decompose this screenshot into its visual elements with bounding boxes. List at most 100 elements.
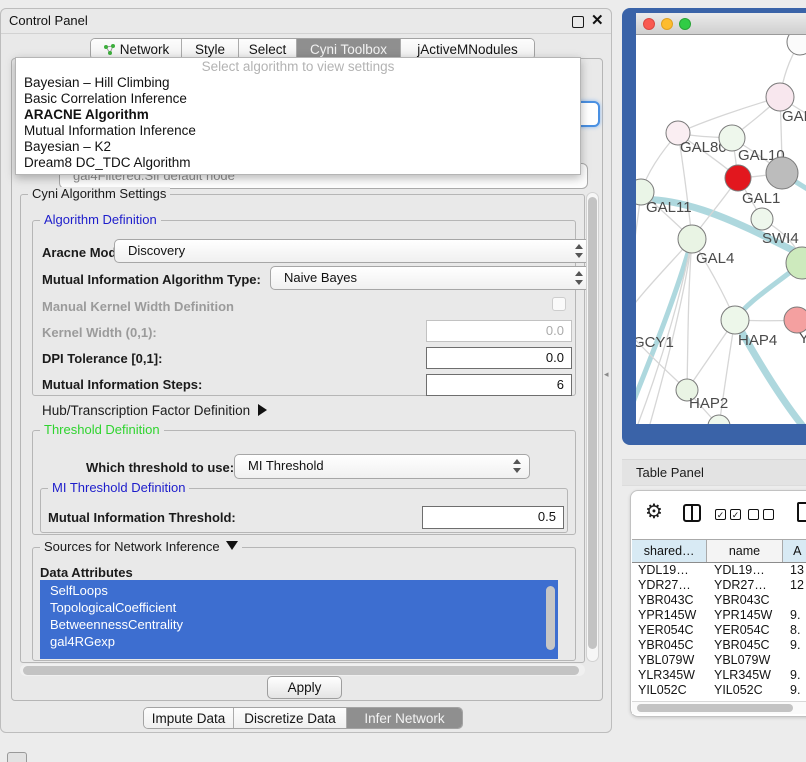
data-attributes-list[interactable]: SelfLoops TopologicalCoefficient Between… (40, 580, 558, 659)
table-cell: YLR345W (714, 668, 786, 683)
dpi-tolerance-field[interactable]: 0.0 (426, 347, 572, 369)
table-row[interactable]: YBR043CYBR043C (632, 593, 806, 608)
table-cell: YDR27… (638, 578, 708, 593)
manual-kernel-checkbox[interactable] (552, 297, 566, 311)
table-cell: YER054C (714, 623, 786, 638)
algorithm-option[interactable]: Mutual Information Inference (16, 123, 580, 139)
table-cell: YIL052C (714, 683, 786, 698)
settings-vertical-scrollbar[interactable] (586, 192, 599, 662)
new-table-icon[interactable] (797, 502, 806, 522)
table-panel-header: Table Panel (622, 459, 806, 486)
list-item[interactable]: BetweennessCentrality (40, 616, 558, 633)
column-header-partial[interactable]: A (783, 540, 806, 562)
algorithm-definition-title: Algorithm Definition (40, 213, 161, 227)
network-canvas-svg[interactable]: GALGAL80GAL10GAL1GAL11SWI4GAL4HAP4YGCY1H… (636, 35, 806, 424)
deselect-all-icon[interactable] (763, 509, 774, 520)
float-window-icon[interactable] (572, 16, 584, 28)
column-header-shared-name[interactable]: shared… (632, 540, 707, 562)
network-node[interactable] (751, 208, 773, 230)
settings-hscroll-thumb[interactable] (23, 666, 579, 675)
network-node-label: GAL11 (646, 199, 692, 216)
network-node[interactable] (708, 415, 730, 424)
tab-cyni-toolbox[interactable]: Cyni Toolbox (297, 39, 401, 59)
table-row[interactable]: YPR145WYPR145W9. (632, 608, 806, 623)
select-all-icon[interactable]: ✓ (730, 509, 741, 520)
table-hscroll-thumb[interactable] (637, 704, 793, 712)
network-node[interactable] (766, 83, 794, 111)
network-view-window: GALGAL80GAL10GAL1GAL11SWI4GAL4HAP4YGCY1H… (622, 8, 806, 445)
zoom-button[interactable] (679, 18, 691, 30)
tab-jactivemnodules[interactable]: jActiveMNodules (401, 39, 534, 59)
mi-type-combo[interactable]: Naive Bayes (270, 266, 592, 290)
mi-type-label: Mutual Information Algorithm Type: (42, 272, 261, 287)
mi-type-value: Naive Bayes (284, 270, 357, 285)
table-rows: YDL19…YDL19…13YDR27…YDR27…12YBR043CYBR04… (632, 563, 806, 701)
network-node[interactable] (721, 306, 749, 334)
control-panel-window: Control Panel ✕ Network Style Select Cyn… (0, 8, 612, 733)
tab-style[interactable]: Style (182, 39, 239, 59)
kernel-width-label: Kernel Width (0,1): (42, 325, 157, 340)
tab-network[interactable]: Network (91, 39, 182, 59)
table-horizontal-scrollbar[interactable] (632, 701, 806, 714)
tab-infer-network[interactable]: Infer Network (347, 708, 462, 728)
table-row[interactable]: YIL052CYIL052C9. (632, 683, 806, 698)
table-row[interactable]: YER054CYER054C8. (632, 623, 806, 638)
table-row[interactable]: YLR345WYLR345W9. (632, 668, 806, 683)
close-button[interactable] (643, 18, 655, 30)
list-item[interactable]: gal4RGexp (40, 633, 558, 650)
tab-label: Impute Data (152, 711, 226, 726)
algorithm-option[interactable]: Bayesian – K2 (16, 139, 580, 155)
tab-select[interactable]: Select (239, 39, 297, 59)
algorithm-option[interactable]: ARACNE Algorithm (16, 107, 580, 123)
settings-vscroll-thumb[interactable] (588, 197, 597, 649)
tab-label: jActiveMNodules (417, 42, 518, 57)
table-row[interactable]: YDL19…YDL19…13 (632, 563, 806, 578)
network-node[interactable] (678, 225, 706, 253)
list-scrollbar-thumb[interactable] (546, 586, 555, 650)
network-canvas[interactable]: GALGAL80GAL10GAL1GAL11SWI4GAL4HAP4YGCY1H… (636, 35, 806, 424)
list-item[interactable]: TopologicalCoefficient (40, 599, 558, 616)
table-row[interactable]: YBR045CYBR045C9. (632, 638, 806, 653)
aracne-mode-combo[interactable]: Discovery (114, 239, 592, 263)
algorithm-option[interactable]: Basic Correlation Inference (16, 91, 580, 107)
table-cell: YIL052C (638, 683, 708, 698)
tab-label: Infer Network (364, 711, 444, 726)
control-panel-title: Control Panel (9, 13, 88, 28)
table-cell: YPR145W (714, 608, 786, 623)
tab-impute-data[interactable]: Impute Data (144, 708, 234, 728)
tab-label: Cyni Toolbox (310, 42, 387, 57)
hub-definition-toggle[interactable]: Hub/Transcription Factor Definition (42, 403, 267, 418)
tab-discretize-data[interactable]: Discretize Data (234, 708, 347, 728)
gear-icon[interactable]: ⚙ (645, 499, 663, 524)
network-node[interactable] (725, 165, 751, 191)
network-node[interactable] (787, 35, 806, 55)
close-icon[interactable]: ✕ (591, 11, 604, 29)
list-item[interactable]: SelfLoops (40, 582, 558, 599)
apply-button[interactable]: Apply (267, 676, 342, 699)
mi-steps-field[interactable]: 6 (426, 374, 572, 396)
sources-title[interactable]: Sources for Network Inference (40, 540, 242, 554)
deselect-all-icon[interactable] (748, 509, 759, 520)
tab-label: Select (249, 42, 287, 57)
algorithm-option[interactable]: Bayesian – Hill Climbing (16, 75, 580, 91)
minimize-button[interactable] (661, 18, 673, 30)
column-header-name[interactable]: name (707, 540, 782, 562)
tab-label: Discretize Data (244, 711, 336, 726)
table-row[interactable]: YBL079WYBL079W (632, 653, 806, 668)
select-all-icon[interactable]: ✓ (715, 509, 726, 520)
panel-resize-grip[interactable]: ◂ (604, 368, 611, 380)
split-columns-icon[interactable] (683, 504, 701, 522)
which-threshold-combo[interactable]: MI Threshold (234, 454, 530, 479)
network-node[interactable] (766, 157, 798, 189)
collapsed-panel-button[interactable] (7, 752, 27, 762)
mi-threshold-field[interactable]: 0.5 (422, 506, 564, 529)
mi-threshold-label: Mutual Information Threshold: (48, 510, 236, 525)
table-row[interactable]: YDR27…YDR27…12 (632, 578, 806, 593)
algorithm-option[interactable]: Dream8 DC_TDC Algorithm (16, 155, 580, 171)
hub-definition-label: Hub/Transcription Factor Definition (42, 403, 250, 418)
aracne-mode-value: Discovery (128, 243, 185, 258)
table-cell: YBL079W (638, 653, 708, 668)
data-attributes-label: Data Attributes (40, 565, 133, 580)
kernel-width-field[interactable]: 0.0 (426, 320, 572, 342)
settings-horizontal-scrollbar[interactable] (20, 664, 585, 676)
